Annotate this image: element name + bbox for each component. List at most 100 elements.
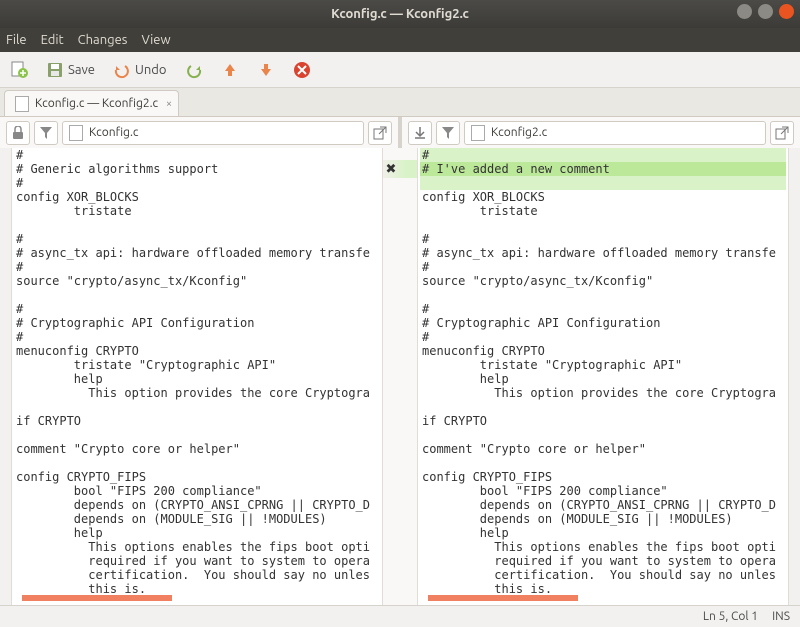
save-button[interactable]: Save — [42, 58, 99, 82]
code-line[interactable]: This options enables the fips boot opti — [420, 540, 786, 554]
menu-changes[interactable]: Changes — [78, 33, 128, 47]
code-line[interactable]: # — [420, 148, 786, 162]
code-line[interactable]: config CRYPTO_FIPS — [420, 470, 786, 484]
save-file-right[interactable] — [408, 121, 432, 145]
code-line[interactable]: menuconfig CRYPTO — [420, 344, 786, 358]
code-line[interactable]: required if you want to system to opera — [14, 554, 380, 568]
redo-icon — [185, 61, 203, 79]
code-line[interactable]: This option provides the core Cryptogra — [14, 386, 380, 400]
maximize-icon[interactable] — [758, 4, 773, 19]
filter-button-right[interactable] — [436, 121, 460, 145]
code-line[interactable]: comment "Crypto core or helper" — [420, 442, 786, 456]
open-external-left[interactable] — [368, 121, 392, 145]
code-line[interactable]: source "crypto/async_tx/Kconfig" — [420, 274, 786, 288]
redo-button[interactable] — [181, 58, 207, 82]
code-line[interactable]: # — [14, 176, 380, 190]
code-line[interactable]: this is. — [420, 582, 786, 596]
code-line[interactable]: # async_tx api: hardware offloaded memor… — [420, 246, 786, 260]
code-line[interactable]: tristate "Cryptographic API" — [420, 358, 786, 372]
code-line[interactable] — [14, 288, 380, 302]
code-line[interactable]: menuconfig CRYPTO — [14, 344, 380, 358]
code-line[interactable] — [14, 218, 380, 232]
left-pane[interactable]: ## Generic algorithms support#config XOR… — [12, 148, 382, 605]
open-external-right[interactable] — [770, 121, 794, 145]
stop-icon — [293, 61, 311, 79]
code-line[interactable] — [420, 288, 786, 302]
save-label: Save — [68, 63, 95, 77]
code-line[interactable]: config CRYPTO_FIPS — [14, 470, 380, 484]
code-line[interactable]: # — [420, 302, 786, 316]
code-line[interactable] — [420, 176, 786, 190]
code-line[interactable]: # Cryptographic API Configuration — [14, 316, 380, 330]
undo-button[interactable]: Undo — [109, 58, 171, 82]
file-header-row: Kconfig.c Kconfig2.c — [0, 116, 800, 148]
menu-file[interactable]: File — [6, 33, 27, 47]
code-line[interactable]: tristate "Cryptographic API" — [14, 358, 380, 372]
stop-button[interactable] — [289, 58, 315, 82]
code-line[interactable] — [420, 456, 786, 470]
code-line[interactable] — [14, 400, 380, 414]
code-line[interactable]: # — [420, 232, 786, 246]
minimize-icon[interactable] — [737, 4, 752, 19]
right-file-path[interactable]: Kconfig2.c — [464, 121, 766, 145]
code-line[interactable]: # Generic algorithms support — [14, 162, 380, 176]
code-line[interactable] — [14, 428, 380, 442]
code-line[interactable]: config XOR_BLOCKS — [14, 190, 380, 204]
window-close-icon[interactable] — [779, 4, 794, 19]
reject-change-icon[interactable]: ✖ — [383, 162, 399, 176]
left-file-path[interactable]: Kconfig.c — [62, 121, 364, 145]
save-icon — [46, 61, 64, 79]
code-line[interactable]: if CRYPTO — [420, 414, 786, 428]
code-line[interactable]: # — [14, 330, 380, 344]
code-line[interactable]: bool "FIPS 200 compliance" — [14, 484, 380, 498]
code-line[interactable]: help — [420, 526, 786, 540]
menu-edit[interactable]: Edit — [41, 33, 64, 47]
code-line[interactable]: This option provides the core Cryptogra — [420, 386, 786, 400]
code-line[interactable]: source "crypto/async_tx/Kconfig" — [14, 274, 380, 288]
code-line[interactable]: # I've added a new comment — [420, 162, 786, 176]
code-line[interactable]: config XOR_BLOCKS — [420, 190, 786, 204]
undo-label: Undo — [135, 63, 167, 77]
pull-down-button[interactable] — [253, 58, 279, 82]
code-line[interactable]: # — [14, 260, 380, 274]
arrow-up-icon — [221, 61, 239, 79]
code-line[interactable] — [420, 400, 786, 414]
push-up-button[interactable] — [217, 58, 243, 82]
code-line[interactable]: depends on (CRYPTO_ANSI_CPRNG || CRYPTO_… — [14, 498, 380, 512]
filter-icon — [442, 127, 454, 139]
code-line[interactable]: tristate — [420, 204, 786, 218]
code-line[interactable] — [14, 456, 380, 470]
new-button[interactable] — [6, 58, 32, 82]
code-line[interactable]: help — [420, 372, 786, 386]
code-line[interactable]: depends on (MODULE_SIG || !MODULES) — [14, 512, 380, 526]
code-line[interactable]: certification. You should say no unles — [14, 568, 380, 582]
code-line[interactable]: depends on (MODULE_SIG || !MODULES) — [420, 512, 786, 526]
code-line[interactable]: # async_tx api: hardware offloaded memor… — [14, 246, 380, 260]
code-line[interactable] — [420, 428, 786, 442]
code-line[interactable]: this is. — [14, 582, 380, 596]
tab-close-icon[interactable]: × — [166, 98, 172, 110]
code-line[interactable]: # — [420, 260, 786, 274]
code-line[interactable]: # Cryptographic API Configuration — [420, 316, 786, 330]
tab-diff[interactable]: Kconfig.c — Kconfig2.c × — [4, 90, 179, 116]
code-line[interactable]: certification. You should say no unles — [420, 568, 786, 582]
code-line[interactable]: # — [420, 330, 786, 344]
filter-button-left[interactable] — [34, 121, 58, 145]
code-line[interactable]: bool "FIPS 200 compliance" — [420, 484, 786, 498]
lock-button-left[interactable] — [6, 121, 30, 145]
code-line[interactable]: help — [14, 526, 380, 540]
right-pane[interactable]: ## I've added a new commentconfig XOR_BL… — [418, 148, 788, 605]
code-line[interactable]: depends on (CRYPTO_ANSI_CPRNG || CRYPTO_… — [420, 498, 786, 512]
code-line[interactable] — [420, 218, 786, 232]
code-line[interactable]: # — [14, 232, 380, 246]
code-line[interactable]: required if you want to system to opera — [420, 554, 786, 568]
menu-view[interactable]: View — [141, 33, 170, 47]
code-line[interactable]: # — [14, 148, 380, 162]
code-line[interactable]: if CRYPTO — [14, 414, 380, 428]
code-line[interactable]: comment "Crypto core or helper" — [14, 442, 380, 456]
code-line[interactable]: tristate — [14, 204, 380, 218]
code-line[interactable]: This options enables the fips boot opti — [14, 540, 380, 554]
right-overview-marker — [428, 595, 578, 601]
code-line[interactable]: help — [14, 372, 380, 386]
code-line[interactable]: # — [14, 302, 380, 316]
